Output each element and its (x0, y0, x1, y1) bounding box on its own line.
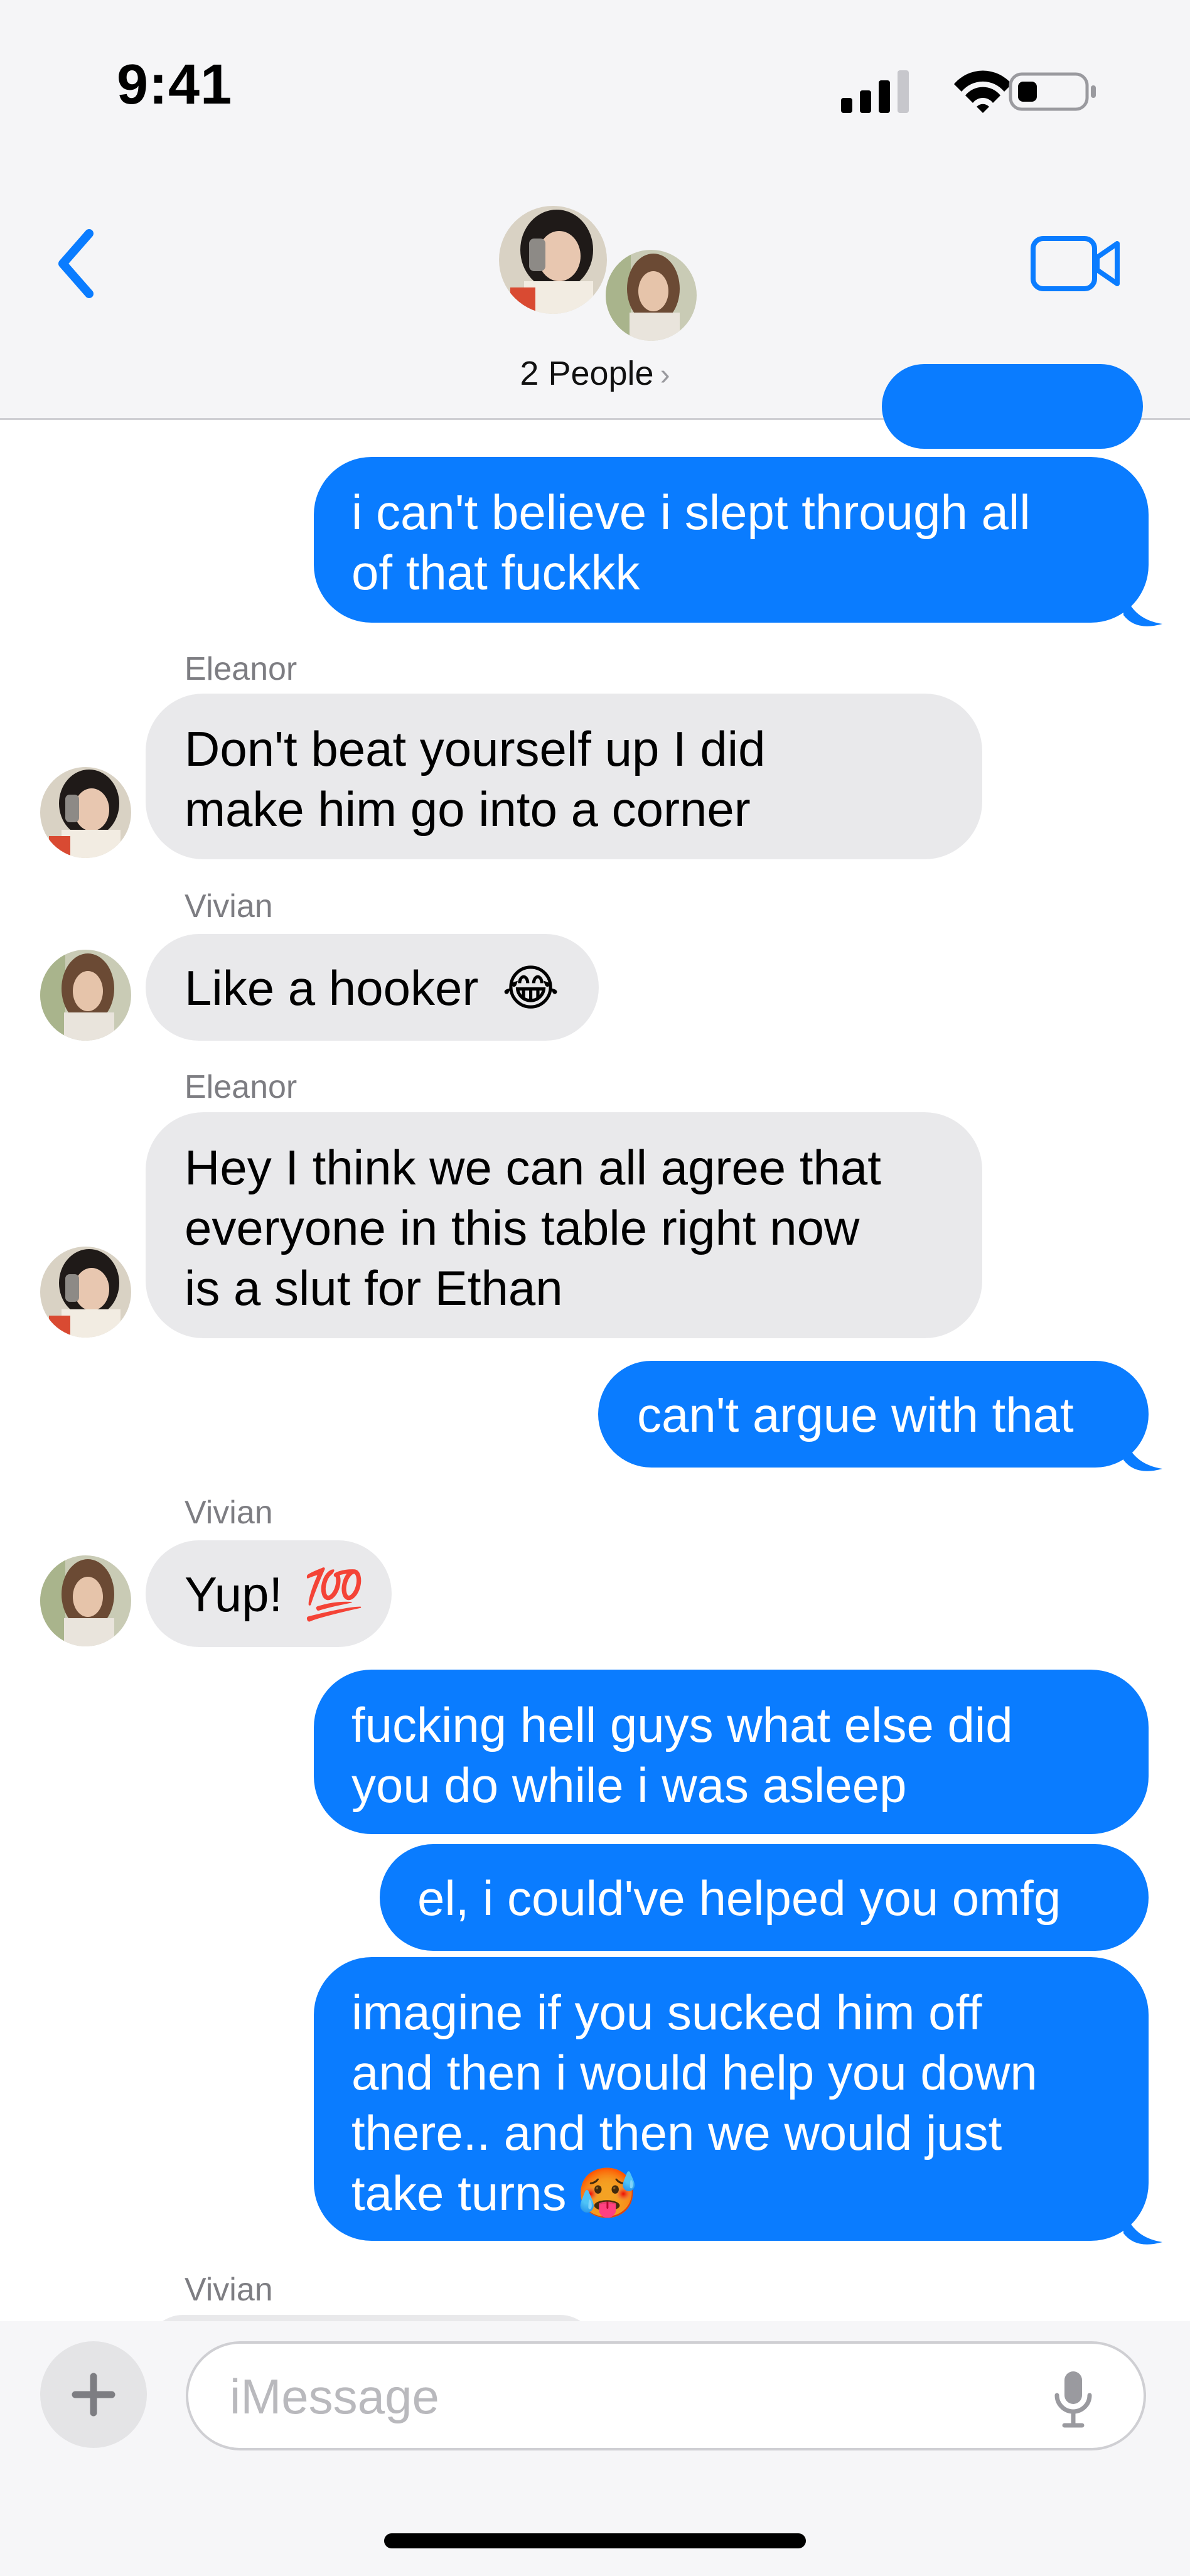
tears-of-joy-emoji: 😂 (501, 960, 560, 1017)
message-bubble-incoming[interactable]: Don't beat yourself up I did make him go… (146, 694, 982, 859)
people-label[interactable]: 2 People (520, 355, 653, 392)
message-bubble-outgoing[interactable]: imagine if you sucked him off and then i… (314, 1957, 1149, 2241)
video-camera-icon[interactable] (1029, 232, 1123, 295)
message-line: i can't believe i slept through all (351, 485, 1031, 540)
avatar-eleanor[interactable] (40, 767, 131, 858)
hundred-points-emoji: 💯 (303, 1567, 365, 1623)
message-line: Yup! (185, 1567, 283, 1622)
message-field[interactable] (186, 2341, 1146, 2450)
message-line: el, i could've helped you omfg (417, 1870, 1061, 1926)
bubble-tail (1123, 588, 1162, 626)
sender-name: Vivian (185, 2272, 273, 2308)
signal-icon (841, 70, 909, 113)
message-line: Don't beat yourself up I did (185, 721, 766, 776)
message-line: of that fuckkk (351, 545, 640, 600)
sender-name: Eleanor (185, 1069, 298, 1105)
wifi-icon (954, 70, 1012, 113)
status-time: 9:41 (117, 53, 233, 116)
message-line: Like a hooker (185, 960, 479, 1016)
message-bubble-outgoing[interactable]: i can't believe i slept through all of t… (314, 457, 1149, 623)
avatar-vivian[interactable] (40, 950, 131, 1041)
message-line: fucking hell guys what else did (351, 1697, 1013, 1752)
message-line: Hey I think we can all agree that (185, 1140, 881, 1195)
message-input[interactable] (228, 2361, 1047, 2432)
status-icons (841, 70, 1096, 113)
apps-button[interactable] (40, 2341, 147, 2448)
hot-face-emoji: 🥵 (576, 2165, 638, 2222)
message-bubble-incoming[interactable]: Like a hooker 😂 (146, 934, 599, 1041)
message-bubble-outgoing[interactable]: el, i could've helped you omfg (380, 1844, 1149, 1951)
message-line: make him go into a corner (185, 781, 751, 837)
message-line: imagine if you sucked him off (351, 1985, 982, 2040)
message-bubble-outgoing[interactable]: fucking hell guys what else did you do w… (314, 1670, 1149, 1834)
battery-icon (1009, 72, 1096, 111)
message-line: there.. and then we would just (351, 2105, 1002, 2160)
home-indicator[interactable] (384, 2533, 806, 2548)
avatar-vivian[interactable] (40, 1555, 131, 1646)
sender-name: Vivian (185, 888, 273, 925)
message-bubble-partial[interactable] (882, 364, 1143, 449)
sender-name: Eleanor (185, 651, 298, 687)
message-line: everyone in this table right now (185, 1200, 860, 1255)
plus-icon (72, 2373, 115, 2417)
avatar-eleanor[interactable] (40, 1247, 131, 1338)
microphone-icon[interactable] (1048, 2368, 1098, 2430)
message-line: take turns (351, 2165, 567, 2221)
message-bubble-incoming[interactable]: Hey I think we can all agree that everyo… (146, 1112, 982, 1338)
back-chevron-icon[interactable] (44, 220, 113, 308)
sender-name: Vivian (185, 1495, 273, 1531)
message-bubble-outgoing[interactable]: can't argue with that (598, 1361, 1149, 1468)
message-line: can't argue with that (637, 1387, 1074, 1442)
message-bubble-incoming[interactable]: Yup! 💯 (146, 1540, 392, 1647)
bubble-tail (1123, 2206, 1162, 2245)
group-avatar-vivian[interactable] (606, 250, 697, 341)
chevron-right-icon: › (660, 358, 670, 392)
message-line: is a slut for Ethan (185, 1260, 563, 1316)
conversation-header: 9:41 2 People › (0, 0, 1190, 420)
message-line: you do while i was asleep (351, 1758, 907, 1813)
message-line: and then i would help you down (351, 2045, 1037, 2100)
bubble-tail (1123, 1432, 1162, 1471)
group-avatar-eleanor[interactable] (499, 206, 607, 314)
